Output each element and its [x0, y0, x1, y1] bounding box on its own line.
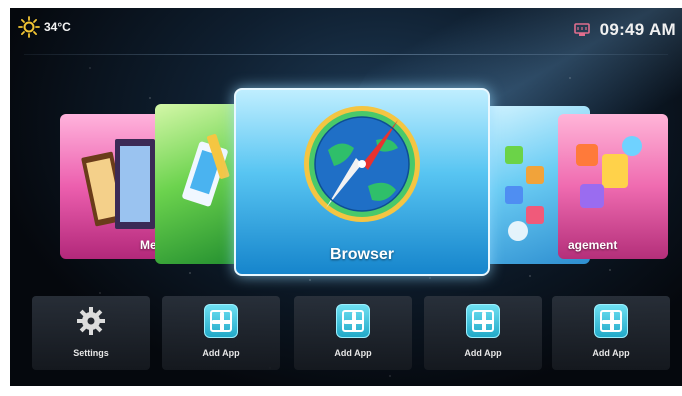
settings-tile[interactable]: Settings [32, 296, 150, 370]
browser-icon [304, 106, 420, 222]
add-app-tile-1[interactable]: Add App [162, 296, 280, 370]
add-app-tile-3[interactable]: Add App [424, 296, 542, 370]
add-app-label: Add App [464, 348, 502, 358]
photo-frame: 34°C 09:49 AM Me agement Browser Setting… [0, 0, 682, 396]
add-app-label: Add App [592, 348, 630, 358]
status-divider [24, 54, 668, 55]
add-app-icon [466, 304, 500, 338]
tv-screen: 34°C 09:49 AM Me agement Browser Setting… [10, 8, 682, 386]
add-app-icon [336, 304, 370, 338]
card-browser[interactable]: Browser [234, 88, 490, 276]
card-manage[interactable]: agement [558, 114, 668, 259]
app-carousel[interactable]: Me agement Browser [10, 84, 682, 284]
add-app-tile-2[interactable]: Add App [294, 296, 412, 370]
gear-icon [77, 307, 105, 335]
time-display: 09:49 AM [599, 20, 676, 39]
temperature: 34°C [44, 20, 71, 34]
ethernet-icon [573, 23, 590, 36]
add-app-label: Add App [334, 348, 372, 358]
sun-icon [18, 16, 40, 38]
settings-label: Settings [73, 348, 109, 358]
app-dock: Settings Add App Add App Add App Add App [10, 296, 682, 376]
clock: 09:49 AM [573, 20, 676, 40]
add-app-icon [204, 304, 238, 338]
card-manage-label: agement [568, 238, 618, 252]
weather-widget: 34°C [18, 16, 71, 38]
add-app-icon [594, 304, 628, 338]
add-app-label: Add App [202, 348, 240, 358]
add-app-tile-4[interactable]: Add App [552, 296, 670, 370]
card-browser-label: Browser [329, 246, 395, 263]
status-bar: 34°C 09:49 AM [10, 8, 682, 48]
